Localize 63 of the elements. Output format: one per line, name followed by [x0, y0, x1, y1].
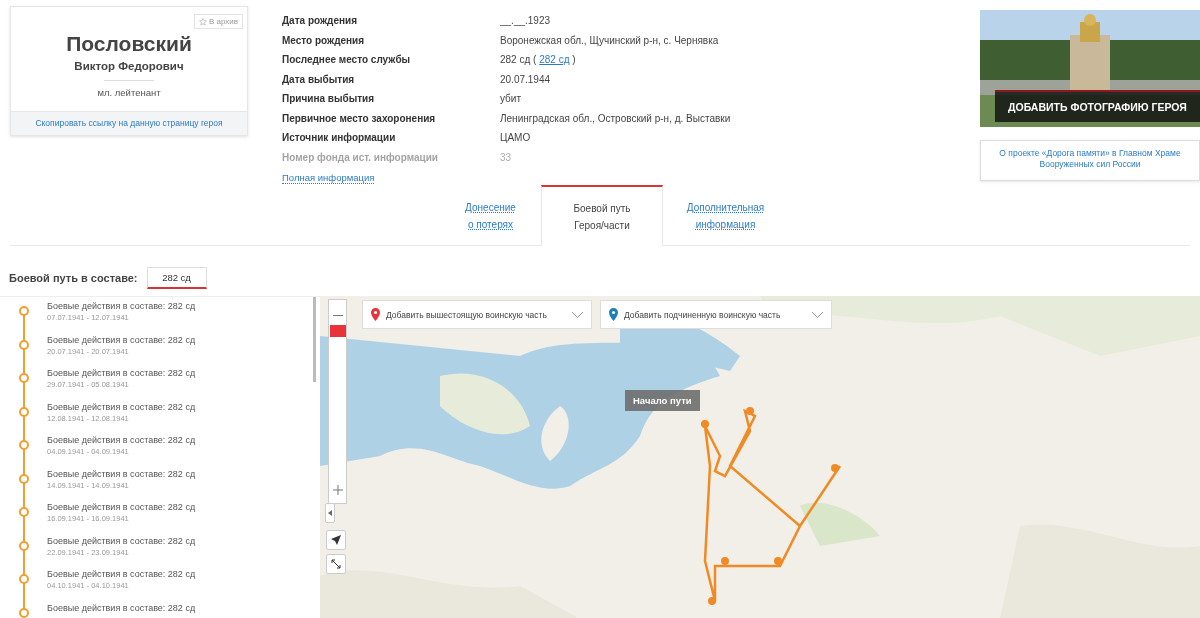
timeline-title[interactable]: Боевые действия в составе: 282 сд: [47, 334, 196, 345]
info-value: ЦАМО: [500, 132, 531, 144]
timeline-dot: [19, 306, 29, 316]
info-value: убит: [500, 93, 521, 105]
zoom-slider[interactable]: [328, 299, 347, 504]
timeline-dot: [19, 440, 29, 450]
unit-dropdown[interactable]: Добавить подчиненную воинскую часть: [600, 300, 832, 329]
timeline-dot: [19, 406, 29, 417]
copy-link[interactable]: Скопировать ссылку на данную страницу героя: [11, 111, 247, 135]
unit-dropdown[interactable]: Добавить вышестоящую воинскую часть: [362, 300, 592, 329]
expand-icon: [331, 559, 341, 569]
timeline-title[interactable]: Боевые действия в составе: 282 сд: [47, 602, 196, 613]
add-photo-button[interactable]: ДОБАВИТЬ ФОТОГРАФИЮ ГЕРОЯ: [995, 90, 1200, 122]
caret-icon: [328, 510, 332, 516]
hero-rank: мл. лейтенант: [97, 87, 161, 98]
timeline-title[interactable]: Боевые действия в составе: 282 сд: [47, 535, 196, 546]
tab[interactable]: Боевой путь Героя/части: [541, 185, 663, 246]
timeline-title[interactable]: Боевые действия в составе: 282 сд: [47, 468, 196, 479]
timeline-dot: [19, 473, 29, 484]
timeline-title[interactable]: Боевые действия в составе: 282 сд: [47, 301, 196, 311]
info-label: Первичное место захоронения: [282, 112, 437, 124]
info-value: ): [572, 54, 576, 66]
timeline-title[interactable]: Боевые действия в составе: 282 сд: [47, 435, 196, 445]
project-link[interactable]: О проекте «Дорога памяти» в Главном Храме Вооруженных сил России: [980, 140, 1200, 181]
timeline-dot: [19, 540, 29, 551]
chevron-icon: [572, 311, 583, 318]
zoom-handle[interactable]: [330, 324, 346, 337]
hero-surname: Пословский: [66, 32, 192, 56]
info-value: Ленинградская обл., Островский р-н, д. Выставки: [500, 112, 731, 124]
info-value: Воронежская обл., Щучинский р-н, с. Чернявка: [500, 34, 719, 46]
info-value: 282 сд (: [500, 54, 537, 66]
scrollbar[interactable]: [313, 297, 316, 382]
info-value: __.__.1923: [500, 15, 551, 27]
unit-label: Боевой путь в составе:: [9, 272, 138, 284]
info-label: Дата рождения: [282, 15, 359, 27]
timeline-title[interactable]: Боевые действия в составе: 282 сд: [47, 401, 196, 412]
timeline-dot: [19, 507, 29, 517]
info-label: Причина выбытия: [282, 93, 376, 105]
info-label: Дата выбытия: [282, 73, 356, 85]
full-info-link[interactable]: Полная информация: [282, 172, 375, 184]
locate-button[interactable]: [326, 530, 346, 550]
timeline-title[interactable]: Боевые действия в составе: 282 сд: [47, 569, 196, 579]
navigation-arrow-icon: [331, 535, 341, 545]
timeline-dot: [19, 607, 29, 618]
start-label: Начало пути: [625, 390, 700, 411]
unit-select[interactable]: 282 сд: [146, 267, 207, 289]
info-label: Источник информации: [282, 132, 397, 144]
info-label: Последнее место службы: [282, 54, 412, 66]
timeline-title[interactable]: Боевые действия в составе: 282 сд: [47, 368, 196, 378]
chevron-icon: [812, 311, 823, 318]
info-label: Номер фонда ист. информации: [282, 151, 439, 163]
info-value: 20.07.1944: [500, 73, 551, 85]
timeline-dot: [19, 574, 29, 584]
timeline-title[interactable]: Боевые действия в составе: 282 сд: [47, 502, 196, 512]
hero-name: Виктор Федорович: [74, 60, 184, 72]
info-value: 33: [500, 151, 512, 163]
unit-link[interactable]: 282 сд: [539, 54, 570, 66]
star-icon: [198, 17, 207, 26]
timeline-dot: [19, 339, 29, 350]
zoom-in-icon[interactable]: [332, 484, 343, 497]
collapse-button[interactable]: [325, 503, 335, 523]
info-label: Место рождения: [282, 34, 366, 46]
timeline-dot: [19, 373, 29, 383]
